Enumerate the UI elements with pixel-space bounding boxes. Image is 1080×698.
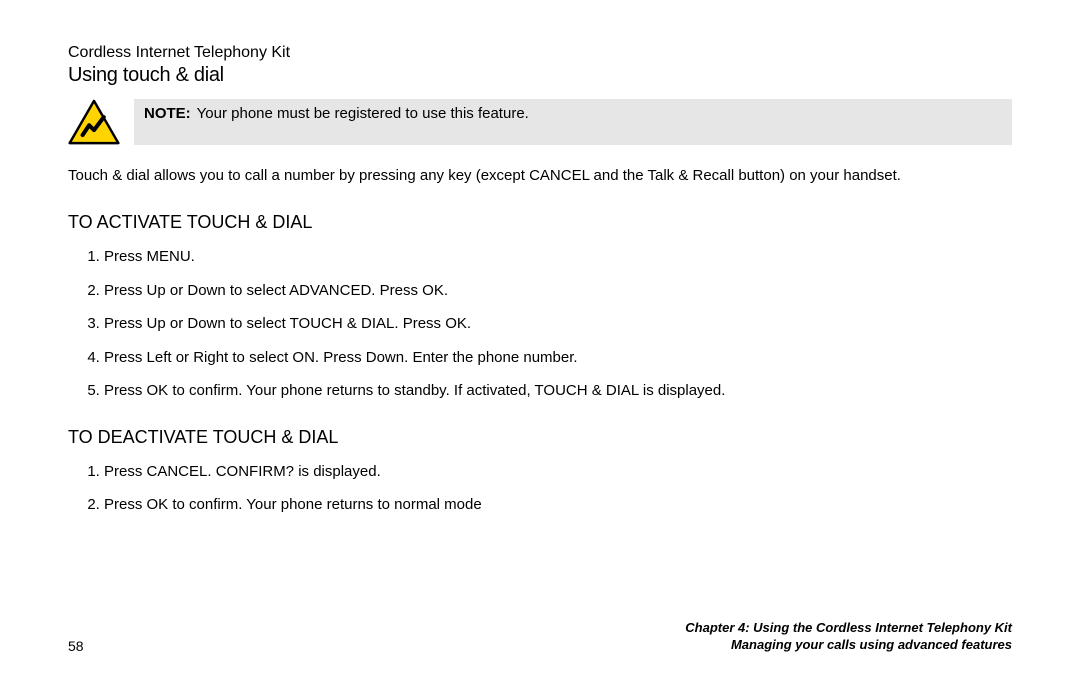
list-item: Press Up or Down to select TOUCH & DIAL.… <box>104 314 1012 334</box>
list-item: Press CANCEL. CONFIRM? is displayed. <box>104 462 1012 482</box>
steps-deactivate: Press CANCEL. CONFIRM? is displayed. Pre… <box>68 462 1012 515</box>
page-footer: 58 Chapter 4: Using the Cordless Interne… <box>68 619 1012 654</box>
footer-chapter: Chapter 4: Using the Cordless Internet T… <box>685 619 1012 637</box>
page-content: Cordless Internet Telephony Kit Using to… <box>68 44 1012 541</box>
section-heading-activate: TO ACTIVATE TOUCH & DIAL <box>68 212 1012 233</box>
document-kicker: Cordless Internet Telephony Kit <box>68 44 1012 62</box>
page-number: 58 <box>68 638 84 654</box>
intro-paragraph: Touch & dial allows you to call a number… <box>68 165 948 186</box>
note-text: Your phone must be registered to use thi… <box>197 105 529 122</box>
note-label: NOTE: <box>144 105 191 122</box>
list-item: Press Left or Right to select ON. Press … <box>104 348 1012 368</box>
section-heading-deactivate: TO DEACTIVATE TOUCH & DIAL <box>68 427 1012 448</box>
page-title: Using touch & dial <box>68 64 1012 87</box>
note-callout: NOTE: Your phone must be registered to u… <box>68 99 1012 145</box>
steps-activate: Press MENU. Press Up or Down to select A… <box>68 247 1012 401</box>
list-item: Press Up or Down to select ADVANCED. Pre… <box>104 281 1012 301</box>
list-item: Press MENU. <box>104 247 1012 267</box>
list-item: Press OK to confirm. Your phone returns … <box>104 495 1012 515</box>
warning-icon <box>68 99 120 145</box>
list-item: Press OK to confirm. Your phone returns … <box>104 381 1012 401</box>
note-bar: NOTE: Your phone must be registered to u… <box>134 99 1012 145</box>
footer-right: Chapter 4: Using the Cordless Internet T… <box>685 619 1012 654</box>
footer-subtitle: Managing your calls using advanced featu… <box>685 636 1012 654</box>
